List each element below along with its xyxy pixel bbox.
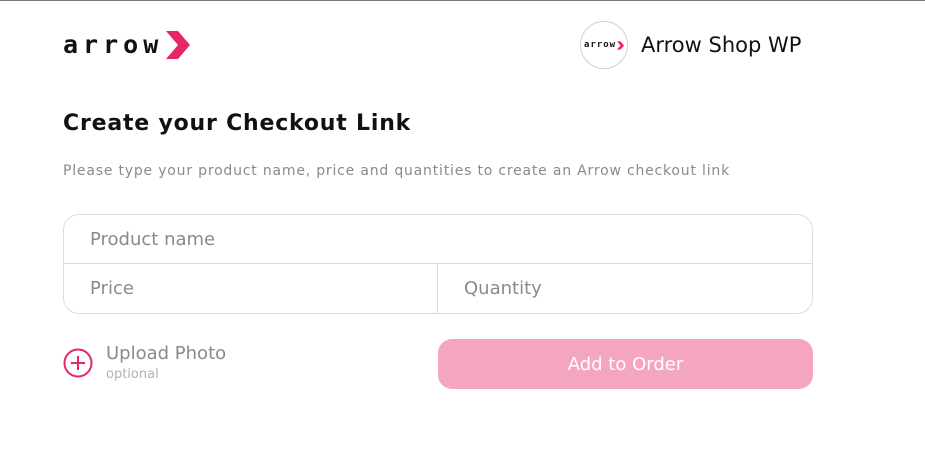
add-to-order-button[interactable]: Add to Order [438,339,813,389]
top-divider [0,0,925,1]
upload-photo-hint: optional [106,367,159,382]
shop-profile[interactable]: arrow Arrow Shop WP [580,21,801,69]
chevron-right-icon [617,40,625,50]
plus-circle-icon [63,348,93,378]
brand-logo[interactable]: arrow [63,28,191,62]
shop-avatar-text: arrow [583,40,617,50]
shop-avatar: arrow [580,21,628,69]
page-subtitle: Please type your product name, price and… [63,163,730,179]
brand-logo-text: arrow [63,30,164,59]
checkout-form: Product name Price Quantity [63,214,813,314]
chevron-right-icon [166,31,191,59]
upload-photo-button[interactable]: Upload Photo optional [63,343,226,385]
upload-photo-label: Upload Photo [106,343,227,364]
product-name-input[interactable]: Product name [64,215,812,264]
shop-name: Arrow Shop WP [641,33,802,57]
page-title: Create your Checkout Link [63,111,412,136]
upload-text: Upload Photo optional [106,343,226,385]
price-input[interactable]: Price [64,264,438,313]
quantity-input[interactable]: Quantity [438,264,812,313]
